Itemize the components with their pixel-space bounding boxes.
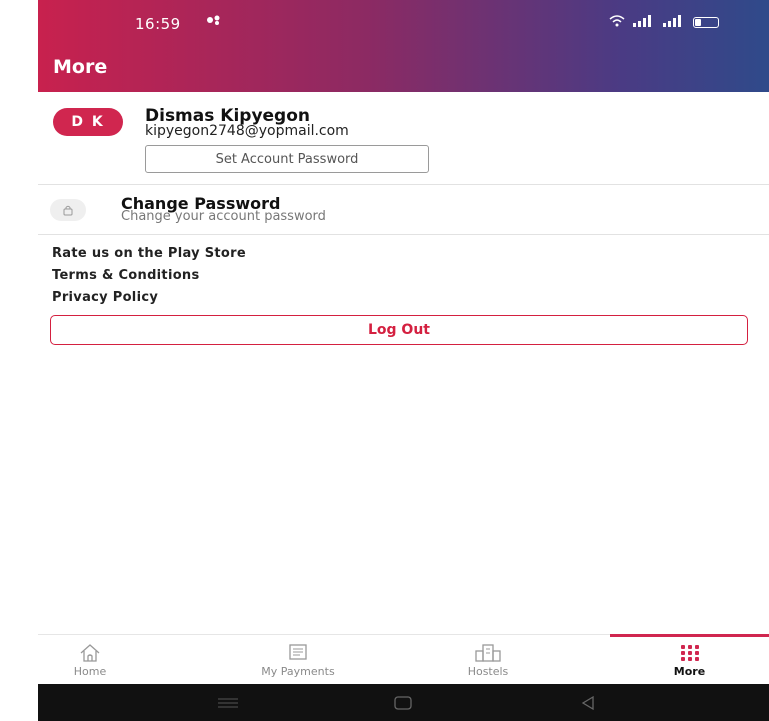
menu-icon[interactable] — [203, 684, 253, 721]
signal-icon — [633, 15, 655, 30]
user-email: kipyegon2748@yopmail.com — [145, 123, 349, 139]
nav-my-payments-label: My Payments — [261, 665, 335, 678]
receipt-icon — [233, 643, 363, 665]
signal-icon-2 — [663, 15, 685, 30]
profile-section: D K Dismas Kipyegon kipyegon2748@yopmail… — [38, 92, 769, 185]
terms-conditions-link[interactable]: Terms & Conditions — [52, 265, 246, 287]
home-icon — [60, 643, 120, 665]
grid-dots-icon — [610, 643, 769, 665]
nav-more-label: More — [673, 665, 706, 678]
nav-hostels[interactable]: Hostels — [453, 635, 523, 685]
logout-button[interactable]: Log Out — [50, 315, 748, 345]
nav-my-payments[interactable]: My Payments — [233, 635, 363, 685]
nav-more[interactable]: More — [610, 634, 769, 685]
status-bar: 16:59 — [38, 0, 769, 44]
battery-icon — [693, 17, 719, 28]
active-indicator — [610, 634, 769, 637]
nav-home[interactable]: Home — [60, 635, 120, 685]
nav-home-label: Home — [73, 665, 107, 678]
status-indicators — [609, 15, 719, 30]
notification-icon — [206, 14, 222, 30]
app-header: 16:59 More — [38, 0, 769, 92]
rate-play-store-link[interactable]: Rate us on the Play Store — [52, 243, 246, 265]
bottom-nav: Home My Payments Hostels More — [38, 634, 769, 685]
links-list: Rate us on the Play Store Terms & Condit… — [52, 243, 246, 309]
change-password-item[interactable]: Change Password Change your account pass… — [38, 185, 769, 235]
building-icon — [453, 643, 523, 665]
avatar: D K — [53, 108, 123, 136]
change-password-subtitle: Change your account password — [121, 209, 326, 224]
privacy-policy-link[interactable]: Privacy Policy — [52, 287, 246, 309]
status-time: 16:59 — [135, 15, 181, 33]
nav-hostels-label: Hostels — [467, 665, 509, 678]
lock-icon — [50, 199, 86, 221]
home-button-icon[interactable] — [378, 684, 428, 721]
wifi-icon — [609, 15, 625, 30]
app-screen: 16:59 More D K Dismas Kipyegon kipyegon2… — [38, 0, 769, 721]
system-nav-bar — [38, 684, 769, 721]
set-account-password-button[interactable]: Set Account Password — [145, 145, 429, 173]
page-title: More — [53, 56, 108, 78]
back-icon[interactable] — [563, 684, 613, 721]
